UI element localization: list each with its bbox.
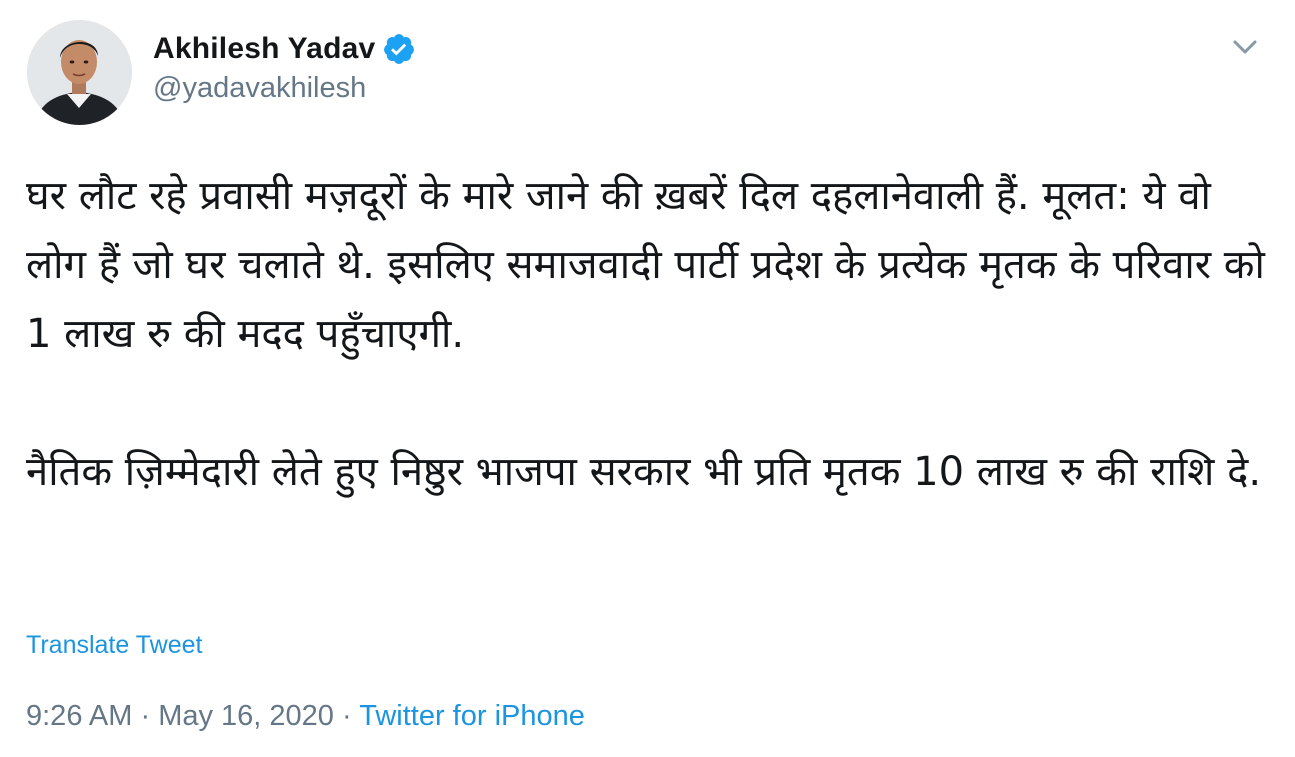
meta-separator: · — [342, 700, 352, 732]
tweet-text: घर लौट रहे प्रवासी मज़दूरों के मारे जाने… — [26, 162, 1266, 507]
tweet-source-link[interactable]: Twitter for iPhone — [359, 700, 585, 732]
avatar[interactable] — [27, 20, 132, 125]
name-row: Akhilesh Yadav — [153, 30, 416, 68]
author-display-name[interactable]: Akhilesh Yadav — [153, 32, 375, 66]
author-block: Akhilesh Yadav @yadavakhilesh — [153, 30, 416, 105]
chevron-down-icon[interactable] — [1228, 32, 1262, 62]
tweet-paragraph-1: घर लौट रहे प्रवासी मज़दूरों के मारे जाने… — [26, 173, 1265, 357]
tweet-card: Akhilesh Yadav @yadavakhilesh घर लौट रहे… — [0, 0, 1295, 757]
avatar-photo — [27, 20, 132, 125]
tweet-date[interactable]: May 16, 2020 — [158, 700, 334, 732]
tweet-meta: 9:26 AM · May 16, 2020 · Twitter for iPh… — [26, 700, 585, 733]
tweet-time[interactable]: 9:26 AM — [26, 700, 132, 732]
author-handle[interactable]: @yadavakhilesh — [153, 72, 416, 105]
verified-badge-icon — [384, 34, 415, 64]
meta-separator: · — [140, 700, 151, 732]
translate-tweet-link[interactable]: Translate Tweet — [26, 631, 202, 660]
tweet-paragraph-2: नैतिक ज़िम्मेदारी लेते हुए निष्ठुर भाजपा… — [26, 449, 1262, 495]
